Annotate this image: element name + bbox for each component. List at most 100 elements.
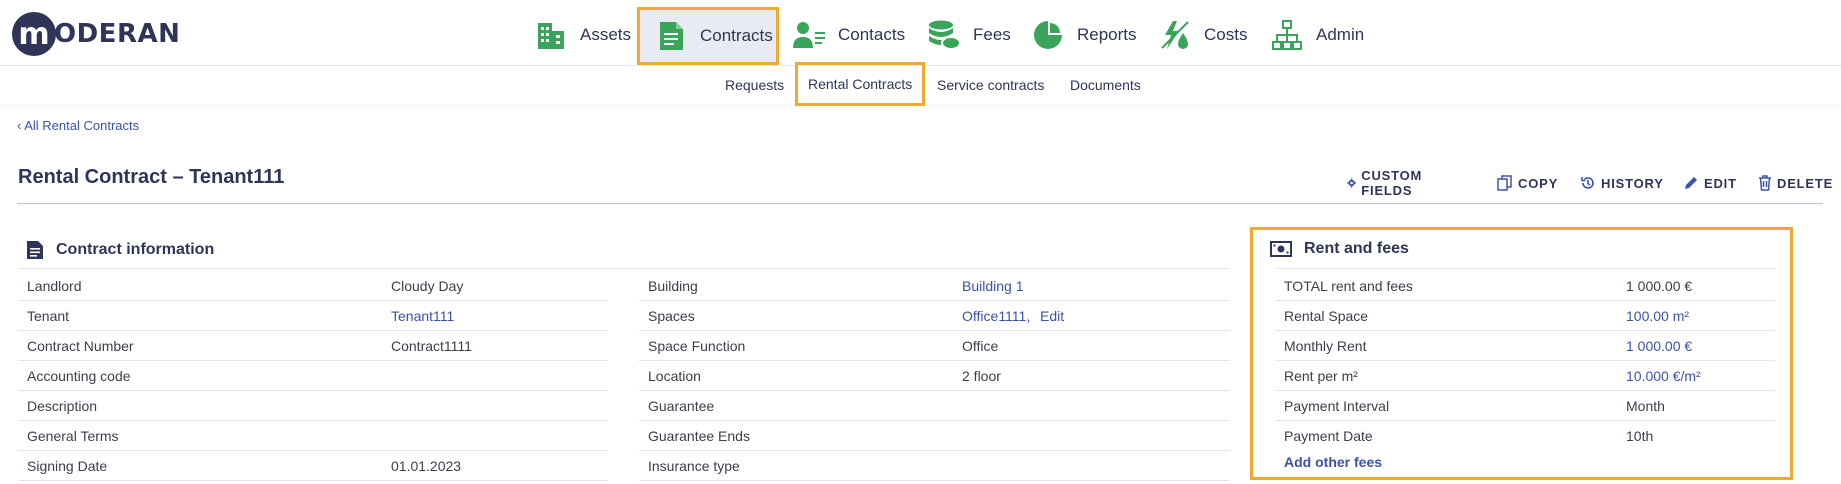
row-label: Location xyxy=(648,368,701,384)
logo-text: ODERAN xyxy=(54,19,181,49)
rental-space-link[interactable]: 100.00 m² xyxy=(1626,308,1689,324)
tenant-link[interactable]: Tenant111 xyxy=(391,308,454,324)
info-row-guarantee-ends: Guarantee Ends xyxy=(639,421,1230,451)
nav-item-assets[interactable]: Assets xyxy=(534,6,631,64)
history-label: HISTORY xyxy=(1601,175,1664,191)
rent-and-fees-title: Rent and fees xyxy=(1304,240,1409,257)
nav-item-contracts[interactable]: Contracts xyxy=(637,7,779,65)
nav-item-admin[interactable]: Admin xyxy=(1270,6,1364,64)
nav-label: Costs xyxy=(1204,25,1248,44)
copy-button[interactable]: COPY xyxy=(1497,172,1558,194)
subnav-item-service-contracts[interactable]: Service contracts xyxy=(937,66,1044,104)
document-icon xyxy=(27,241,43,259)
contract-info-top-rule xyxy=(18,268,1230,269)
row-label: General Terms xyxy=(27,428,119,444)
document-icon xyxy=(654,19,688,53)
fee-row-monthly-rent: Monthly Rent 1 000.00 € xyxy=(1275,331,1775,361)
top-bar: m ODERAN Assets Contracts Contacts Fees … xyxy=(0,0,1841,66)
pencil-icon xyxy=(1685,177,1697,189)
row-label: Contract Number xyxy=(27,338,134,354)
page-title: Rental Contract – Tenant111 xyxy=(18,166,285,188)
info-row-guarantee: Guarantee xyxy=(639,391,1230,421)
row-value: Cloudy Day xyxy=(391,278,464,294)
monthly-rent-link[interactable]: 1 000.00 € xyxy=(1626,338,1692,354)
row-label: Landlord xyxy=(27,278,82,294)
row-label: Rent per m² xyxy=(1284,368,1358,384)
info-row-space-function: Space Function Office xyxy=(639,331,1230,361)
add-other-fees-link[interactable]: Add other fees xyxy=(1284,454,1382,470)
title-divider xyxy=(17,203,1823,204)
back-link-label: All Rental Contracts xyxy=(24,118,140,133)
row-value: 1 000.00 € xyxy=(1626,278,1693,294)
history-button[interactable]: HISTORY xyxy=(1580,172,1664,194)
building-icon xyxy=(534,18,568,52)
nav-item-costs[interactable]: Costs xyxy=(1158,6,1247,64)
delete-button[interactable]: DELETE xyxy=(1758,172,1833,194)
custom-fields-button[interactable]: CUSTOM FIELDS xyxy=(1347,168,1429,198)
pie-chart-icon xyxy=(1031,18,1065,52)
subnav-item-requests[interactable]: Requests xyxy=(725,66,784,104)
row-value: 2 floor xyxy=(962,368,1001,384)
nav-item-fees[interactable]: Fees xyxy=(927,6,1011,64)
row-label: Space Function xyxy=(648,338,746,354)
contact-icon xyxy=(792,18,826,52)
row-label: Insurance type xyxy=(648,458,740,474)
info-row-location: Location 2 floor xyxy=(639,361,1230,391)
info-row-general-terms: General Terms xyxy=(18,421,608,451)
row-label: Payment Interval xyxy=(1284,398,1390,414)
fee-row-payment-date: Payment Date 10th xyxy=(1275,421,1775,451)
row-label: Guarantee xyxy=(648,398,715,414)
row-value: Month xyxy=(1626,398,1665,414)
row-label: Rental Space xyxy=(1284,308,1369,324)
custom-fields-label: CUSTOM FIELDS xyxy=(1361,168,1423,198)
info-row-signing-date: Signing Date 01.01.2023 xyxy=(18,451,608,481)
contract-information-title: Contract information xyxy=(56,241,215,258)
logo-mark: m xyxy=(12,12,56,56)
fee-row-rent-per-m2: Rent per m² 10.000 €/m² xyxy=(1275,361,1775,391)
nav-label: Reports xyxy=(1077,25,1137,44)
contract-information-header: Contract information xyxy=(26,240,214,260)
trash-icon xyxy=(1759,175,1771,191)
nav-item-contacts[interactable]: Contacts xyxy=(792,6,905,64)
edit-label: EDIT xyxy=(1704,175,1737,191)
edit-button[interactable]: EDIT xyxy=(1683,172,1737,194)
row-label: Description xyxy=(27,398,98,414)
history-icon xyxy=(1581,177,1594,189)
row-label: Tenant xyxy=(27,308,70,324)
nav-item-reports[interactable]: Reports xyxy=(1031,6,1137,64)
back-to-all-rental-contracts-link[interactable]: ‹ All Rental Contracts xyxy=(17,118,139,133)
coins-icon xyxy=(927,18,961,52)
row-label: Monthly Rent xyxy=(1284,338,1367,354)
nav-label: Assets xyxy=(580,25,632,44)
money-icon xyxy=(1270,241,1292,257)
gear-icon xyxy=(1347,178,1357,188)
rent-per-m2-link[interactable]: 10.000 €/m² xyxy=(1626,368,1701,384)
info-row-contract-number: Contract Number Contract1111 xyxy=(18,331,608,361)
row-value: 01.01.2023 xyxy=(391,458,462,474)
info-row-insurance-type: Insurance type xyxy=(639,451,1230,481)
copy-icon xyxy=(1497,175,1512,191)
utilities-icon xyxy=(1158,18,1192,52)
delete-label: DELETE xyxy=(1777,175,1834,191)
row-label: Signing Date xyxy=(27,458,108,474)
row-value: 10th xyxy=(1626,428,1654,444)
rent-and-fees-header: Rent and fees xyxy=(1270,240,1409,258)
row-value: Office xyxy=(962,338,999,354)
info-row-accounting-code: Accounting code xyxy=(18,361,608,391)
nav-label: Fees xyxy=(973,25,1011,44)
building-link[interactable]: Building 1 xyxy=(962,278,1024,294)
edit-spaces-link[interactable]: Edit xyxy=(1040,308,1064,324)
subnav-item-rental-contracts[interactable]: Rental Contracts xyxy=(795,62,926,106)
moderan-logo[interactable]: m ODERAN xyxy=(12,12,180,56)
row-label: Building xyxy=(648,278,698,294)
row-label: TOTAL rent and fees xyxy=(1284,278,1413,294)
rent-fees-top-rule xyxy=(1276,268,1776,269)
fee-row-payment-interval: Payment Interval Month xyxy=(1275,391,1775,421)
info-row-tenant: Tenant Tenant111 xyxy=(18,301,608,331)
subnav-item-documents[interactable]: Documents xyxy=(1070,66,1141,104)
nav-label: Contracts xyxy=(700,26,773,45)
info-row-landlord: Landlord Cloudy Day xyxy=(18,271,608,301)
space-link[interactable]: Office1111, xyxy=(962,308,1030,324)
row-value: Contract1111 xyxy=(391,338,472,354)
row-label: Guarantee Ends xyxy=(648,428,750,444)
